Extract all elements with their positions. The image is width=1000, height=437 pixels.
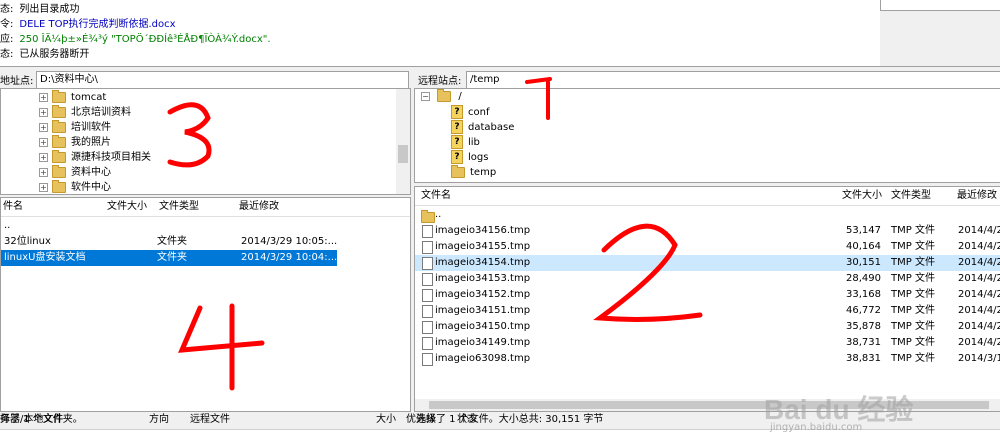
watermark-url: jingyan.baidu.com: [770, 422, 863, 433]
annotation-2: [593, 223, 703, 322]
baidu-watermark: Bai du 经验 jingyan.baidu.com: [760, 388, 1000, 434]
annotation-4: [178, 303, 265, 391]
annotation-3: [167, 102, 212, 168]
annotation-layer: [167, 77, 703, 391]
annotation-1: [525, 77, 552, 120]
